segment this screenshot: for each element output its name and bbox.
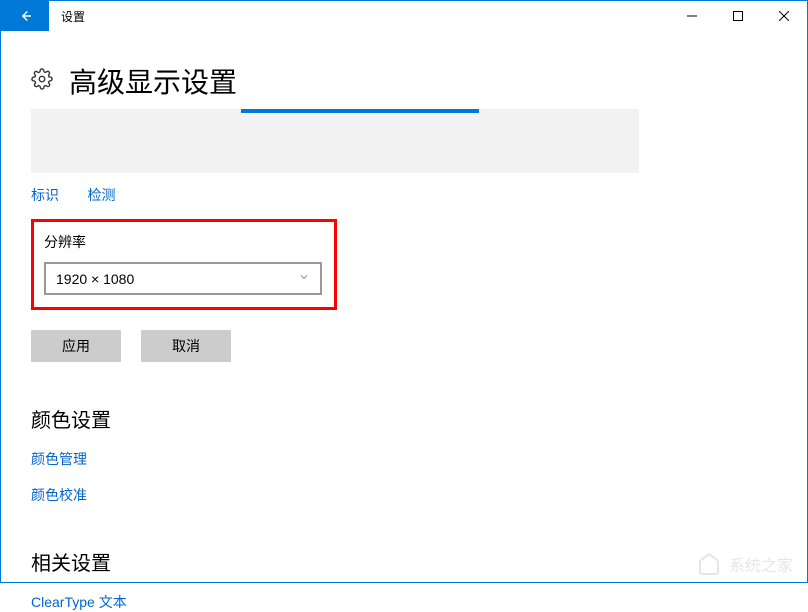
content-area: 高级显示设置 标识 检测 分辨率 1920 × 1080 应用 取消 颜色设置 … <box>1 31 807 612</box>
resolution-highlight: 分辨率 1920 × 1080 <box>31 219 337 310</box>
titlebar: 设置 <box>1 1 807 31</box>
close-icon <box>779 11 789 21</box>
back-button[interactable] <box>1 1 49 31</box>
page-title: 高级显示设置 <box>69 61 237 101</box>
maximize-icon <box>733 11 743 21</box>
button-row: 应用 取消 <box>31 330 777 362</box>
color-calibration-link[interactable]: 颜色校准 <box>31 485 777 505</box>
detect-link[interactable]: 检测 <box>87 187 115 203</box>
color-management-link[interactable]: 颜色管理 <box>31 449 777 469</box>
gear-icon <box>31 68 53 95</box>
chevron-down-icon <box>298 270 310 288</box>
cleartype-link[interactable]: ClearType 文本 <box>31 592 777 612</box>
maximize-button[interactable] <box>715 1 761 31</box>
display-action-row: 标识 检测 <box>31 185 777 205</box>
window-title: 设置 <box>61 8 85 25</box>
page-header: 高级显示设置 <box>31 61 777 101</box>
window-controls <box>669 1 807 31</box>
resolution-label: 分辨率 <box>44 232 324 252</box>
display-preview-bar <box>241 109 479 113</box>
arrow-left-icon <box>16 7 34 25</box>
identify-link[interactable]: 标识 <box>31 187 59 203</box>
close-button[interactable] <box>761 1 807 31</box>
related-section-title: 相关设置 <box>31 547 777 576</box>
cancel-button[interactable]: 取消 <box>141 330 231 362</box>
color-section-title: 颜色设置 <box>31 404 777 433</box>
resolution-value: 1920 × 1080 <box>56 271 134 287</box>
apply-button[interactable]: 应用 <box>31 330 121 362</box>
resolution-dropdown[interactable]: 1920 × 1080 <box>44 262 322 295</box>
display-preview <box>31 109 639 173</box>
minimize-icon <box>687 11 697 21</box>
minimize-button[interactable] <box>669 1 715 31</box>
